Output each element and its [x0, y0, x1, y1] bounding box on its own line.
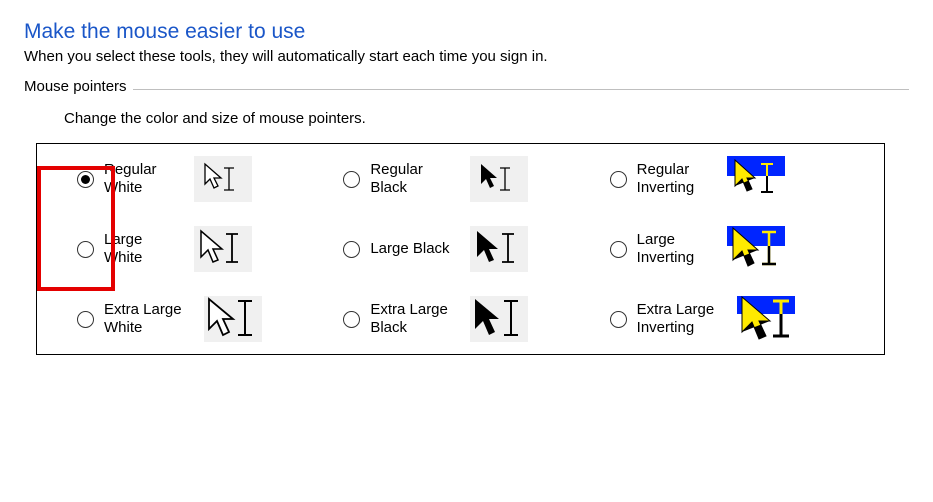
- page-title: Make the mouse easier to use: [24, 20, 909, 44]
- cursor-inverting-small-icon: [727, 156, 785, 202]
- preview-large-inverting: [727, 226, 785, 272]
- radio-regular-inverting[interactable]: [610, 171, 627, 188]
- cursor-black-small-icon: [477, 162, 521, 196]
- radio-large-white[interactable]: [77, 241, 94, 258]
- option-label: Large Inverting: [637, 231, 717, 267]
- cursor-black-large-icon: [473, 229, 525, 269]
- option-label: Regular Inverting: [637, 161, 717, 197]
- groupbox-divider: [24, 89, 909, 90]
- preview-extra-large-inverting: [737, 296, 795, 342]
- option-extra-large-black[interactable]: Extra Large Black: [343, 296, 609, 342]
- group-description: Change the color and size of mouse point…: [64, 110, 909, 127]
- radio-extra-large-white[interactable]: [77, 311, 94, 328]
- mouse-pointers-group: Mouse pointers Change the color and size…: [24, 89, 909, 355]
- option-regular-black[interactable]: Regular Black: [343, 156, 609, 202]
- preview-regular-inverting: [727, 156, 785, 202]
- option-label: Extra Large Black: [370, 301, 460, 337]
- cursor-white-small-icon: [201, 162, 245, 196]
- option-regular-white[interactable]: Regular White: [77, 156, 343, 202]
- option-label: Large White: [104, 231, 184, 267]
- cursor-white-large-icon: [197, 229, 249, 269]
- option-regular-inverting[interactable]: Regular Inverting: [610, 156, 876, 202]
- preview-extra-large-white: [204, 296, 262, 342]
- radio-regular-white[interactable]: [77, 171, 94, 188]
- option-label: Large Black: [370, 240, 460, 258]
- option-extra-large-inverting[interactable]: Extra Large Inverting: [610, 296, 876, 342]
- option-label: Extra Large White: [104, 301, 194, 337]
- option-label: Regular White: [104, 161, 184, 197]
- radio-large-inverting[interactable]: [610, 241, 627, 258]
- option-large-white[interactable]: Large White: [77, 226, 343, 272]
- option-large-black[interactable]: Large Black: [343, 226, 609, 272]
- option-extra-large-white[interactable]: Extra Large White: [77, 296, 343, 342]
- pointer-options-frame: Regular White Regular Black Regular Inve…: [36, 143, 885, 355]
- cursor-black-xl-icon: [471, 297, 527, 341]
- option-large-inverting[interactable]: Large Inverting: [610, 226, 876, 272]
- cursor-inverting-large-icon: [727, 226, 785, 272]
- page-subtitle: When you select these tools, they will a…: [24, 48, 909, 65]
- radio-large-black[interactable]: [343, 241, 360, 258]
- radio-regular-black[interactable]: [343, 171, 360, 188]
- cursor-inverting-xl-icon: [737, 296, 795, 342]
- groupbox-label: Mouse pointers: [24, 78, 133, 95]
- preview-extra-large-black: [470, 296, 528, 342]
- option-label: Extra Large Inverting: [637, 301, 727, 337]
- preview-large-black: [470, 226, 528, 272]
- cursor-white-xl-icon: [205, 297, 261, 341]
- preview-regular-black: [470, 156, 528, 202]
- preview-regular-white: [194, 156, 252, 202]
- preview-large-white: [194, 226, 252, 272]
- radio-extra-large-black[interactable]: [343, 311, 360, 328]
- option-label: Regular Black: [370, 161, 460, 197]
- radio-extra-large-inverting[interactable]: [610, 311, 627, 328]
